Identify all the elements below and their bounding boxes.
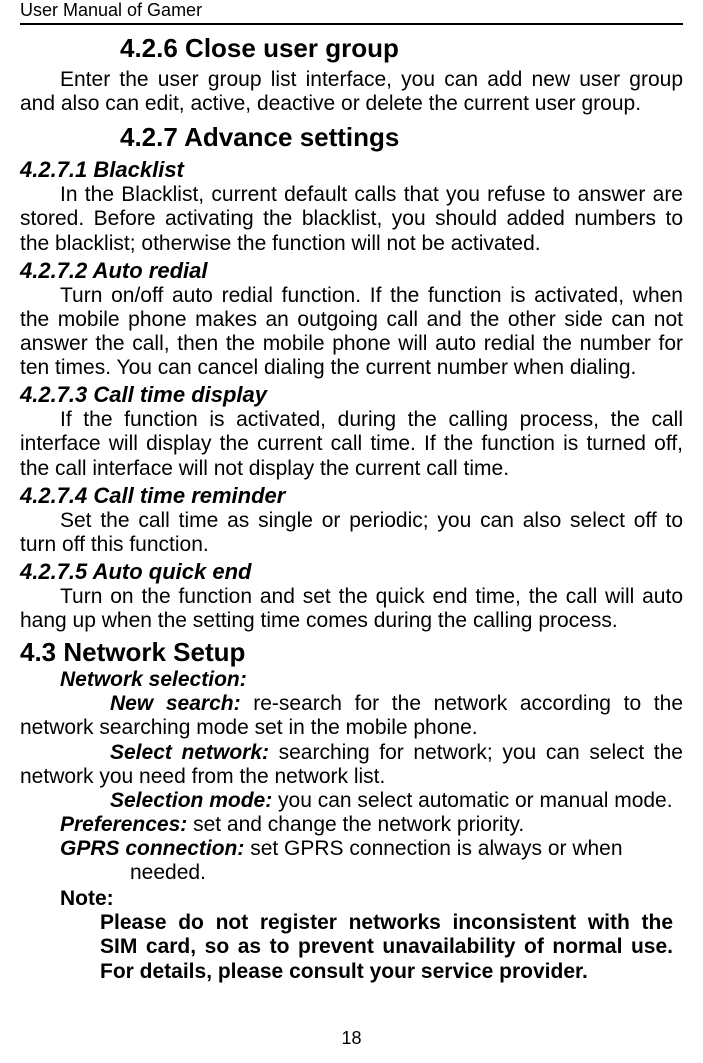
heading-4-2-7: 4.2.7 Advance settings [120, 122, 683, 153]
heading-4-2-6: 4.2.6 Close user group [120, 33, 683, 64]
body-4-2-7-1: In the Blacklist, current default calls … [20, 183, 683, 255]
heading-4-2-7-3: 4.2.7.3 Call time display [20, 382, 683, 408]
heading-4-3: 4.3 Network Setup [20, 637, 683, 668]
note-label: Note: [60, 887, 683, 911]
preferences-line: Preferences: set and change the network … [20, 813, 683, 837]
new-search-lead: New search: [110, 692, 253, 715]
body-4-2-7-2: Turn on/off auto redial function. If the… [20, 284, 683, 381]
body-4-2-6: Enter the user group list interface, you… [20, 68, 683, 116]
selection-mode-line: Selection mode: you can select automatic… [20, 789, 683, 813]
select-network-lead: Select network: [110, 741, 279, 764]
new-search-line: New search: re-search for the network ac… [20, 692, 683, 740]
network-selection-label: Network selection: [60, 668, 683, 692]
heading-4-2-7-5: 4.2.7.5 Auto quick end [20, 559, 683, 585]
body-4-2-7-5: Turn on the function and set the quick e… [20, 585, 683, 633]
heading-4-2-7-4: 4.2.7.4 Call time reminder [20, 483, 683, 509]
heading-4-2-7-2: 4.2.7.2 Auto redial [20, 258, 683, 284]
preferences-body: set and change the network priority. [193, 813, 524, 836]
select-network-line: Select network: searching for network; y… [20, 741, 683, 789]
body-4-2-7-4: Set the call time as single or periodic;… [20, 509, 683, 557]
header-title: User Manual of Gamer [20, 0, 202, 21]
page-header: User Manual of Gamer [20, 0, 683, 25]
gprs-body-2: needed. [130, 861, 683, 885]
selection-mode-body: you can select automatic or manual mode. [278, 789, 673, 812]
gprs-lead: GPRS connection: [60, 837, 250, 860]
gprs-line: GPRS connection: set GPRS connection is … [20, 837, 683, 861]
gprs-body-1: set GPRS connection is always or when [250, 837, 622, 860]
note-body: Please do not register networks inconsis… [100, 911, 673, 983]
selection-mode-lead: Selection mode: [110, 789, 278, 812]
body-4-2-7-3: If the function is activated, during the… [20, 408, 683, 480]
page-number: 18 [0, 1028, 703, 1049]
preferences-lead: Preferences: [60, 813, 193, 836]
heading-4-2-7-1: 4.2.7.1 Blacklist [20, 157, 683, 183]
document-page: User Manual of Gamer 4.2.6 Close user gr… [0, 0, 703, 1063]
